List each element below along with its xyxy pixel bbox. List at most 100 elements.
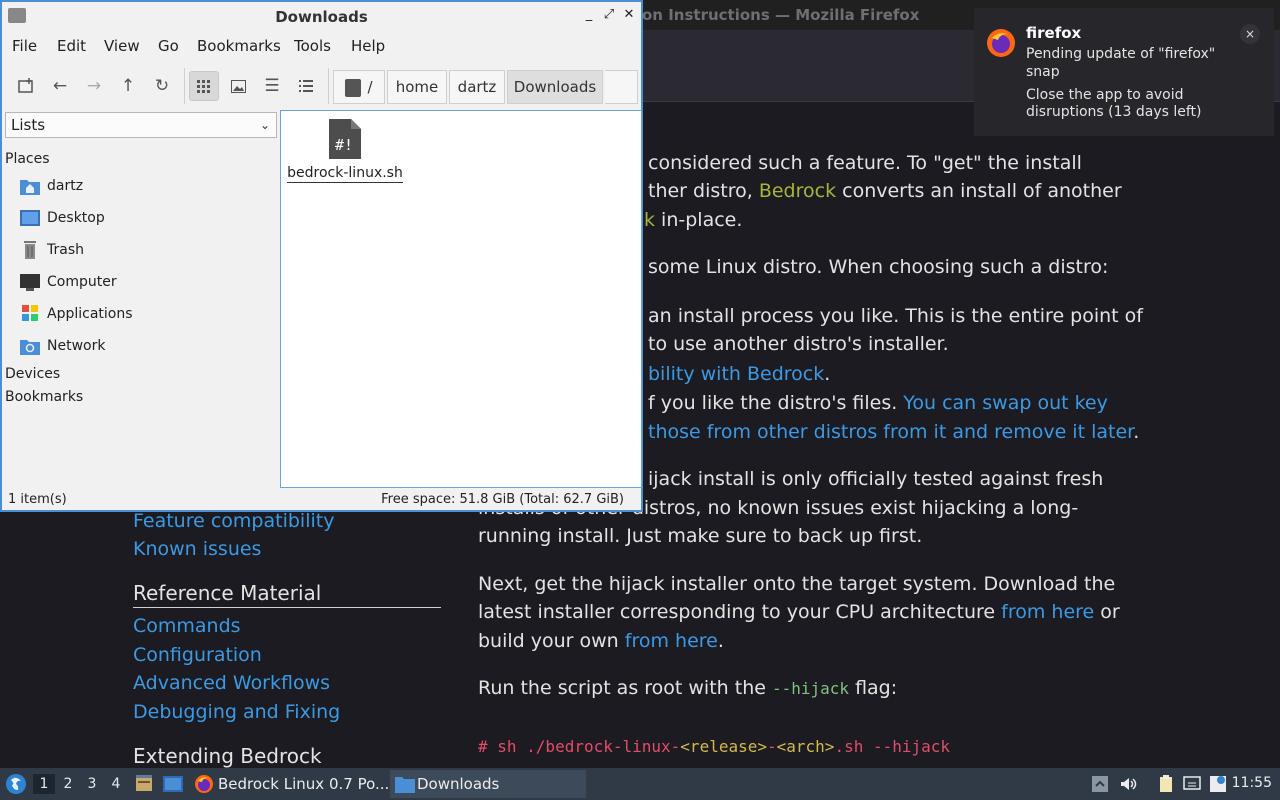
clipboard-icon[interactable]	[1157, 775, 1175, 793]
status-bar: 1 item(s) Free space: 51.8 GiB (Total: 6…	[2, 490, 641, 510]
command-line: # sh ./bedrock-linux-<release>-<arch>.sh…	[478, 737, 951, 756]
sidebar-item-trash[interactable]: Trash	[18, 238, 273, 264]
path-crumb-home[interactable]: home	[387, 70, 447, 104]
inline-code: --hijack	[771, 679, 850, 698]
volume-icon[interactable]	[1119, 775, 1137, 793]
home-folder-icon	[20, 180, 40, 195]
workspace-3[interactable]: 3	[81, 774, 103, 794]
sidebar-heading-extending: Extending Bedrock	[133, 744, 322, 768]
menu-view[interactable]: View	[104, 37, 140, 55]
back-icon[interactable]: ←	[45, 71, 75, 101]
menu-help[interactable]: Help	[351, 37, 385, 55]
shell-script-icon: #!	[329, 119, 361, 159]
file-item[interactable]: #! bedrock-linux.sh	[287, 117, 403, 187]
content-line: build your own from here.	[478, 630, 724, 652]
sidebar-item-dartz[interactable]: dartz	[18, 174, 273, 200]
start-menu-icon[interactable]	[5, 773, 27, 795]
close-button[interactable]: ✕	[621, 7, 637, 23]
sidebar-link-commands[interactable]: Commands	[133, 617, 241, 636]
maximize-button[interactable]: ⤢	[601, 7, 617, 23]
detailed-view-icon[interactable]	[291, 71, 321, 101]
path-root[interactable]: /	[333, 70, 385, 104]
compact-view-icon[interactable]: ☰	[257, 71, 287, 101]
content-line: latest installer corresponding to your C…	[478, 601, 1120, 623]
applications-icon	[22, 305, 38, 321]
firefox-icon	[195, 775, 213, 793]
path-crumb-dartz[interactable]: dartz	[449, 70, 505, 104]
side-pane-mode-select[interactable]: Lists ⌄	[5, 112, 277, 138]
content-line: an install process you like. This is the…	[648, 305, 1143, 327]
tray-expand-icon[interactable]	[1091, 775, 1109, 793]
bedrock-link[interactable]: Bedrock	[759, 180, 836, 202]
menubar: File Edit View Go Bookmarks Tools Help	[2, 34, 641, 58]
workspace-1[interactable]: 1	[33, 774, 55, 794]
svg-text:#!: #!	[335, 136, 353, 154]
file-view[interactable]: #! bedrock-linux.sh	[280, 110, 642, 488]
content-line: ther distro, Bedrock converts an install…	[648, 180, 1122, 202]
folder-icon	[395, 777, 415, 793]
section-devices[interactable]: Devices	[5, 366, 60, 382]
workspace-2[interactable]: 2	[57, 774, 79, 794]
close-icon[interactable]: ×	[1240, 24, 1260, 44]
trash-icon	[24, 241, 36, 259]
status-item-count: 1 item(s)	[8, 492, 67, 507]
content-line: k in-place.	[644, 209, 743, 231]
path-crumb-downloads[interactable]: Downloads	[507, 70, 603, 104]
content-line: f you like the distro's files. You can s…	[648, 392, 1108, 414]
from-here-link[interactable]: from here	[1001, 601, 1094, 623]
sidebar-item-desktop[interactable]: Desktop	[18, 206, 273, 232]
reload-icon[interactable]: ↻	[147, 71, 177, 101]
section-bookmarks[interactable]: Bookmarks	[5, 389, 83, 405]
notification-text: Close the app to avoid	[1026, 87, 1184, 103]
minimize-button[interactable]: _	[581, 7, 597, 23]
sidebar-divider	[133, 607, 441, 608]
content-line: running install. Just make sure to back …	[478, 525, 923, 547]
path-bar-empty[interactable]	[605, 70, 638, 104]
sidebar-link-known-issues[interactable]: Known issues	[133, 540, 261, 559]
menu-edit[interactable]: Edit	[57, 37, 86, 55]
chevron-down-icon: ⌄	[259, 118, 270, 132]
menu-bookmarks[interactable]: Bookmarks	[197, 37, 281, 55]
task-downloads[interactable]: Downloads	[390, 770, 586, 798]
compatibility-link[interactable]: bility with Bedrock	[648, 363, 824, 385]
content-line: considered such a feature. To "get" the …	[648, 152, 1082, 174]
updates-icon[interactable]	[1209, 775, 1227, 793]
bedrock-link[interactable]: k	[644, 209, 655, 231]
network-icon	[20, 340, 40, 355]
menu-tools[interactable]: Tools	[294, 37, 331, 55]
section-places: Places	[5, 151, 50, 167]
network-status-icon[interactable]	[1183, 775, 1201, 793]
toolbar-separator	[328, 68, 329, 104]
notification-popup[interactable]: firefox Pending update of "firefox" snap…	[974, 8, 1274, 136]
sidebar-link-debugging[interactable]: Debugging and Fixing	[133, 703, 340, 722]
sidebar-item-computer[interactable]: Computer	[18, 270, 273, 296]
status-free-space: Free space: 51.8 GiB (Total: 62.7 GiB)	[381, 492, 624, 507]
sidebar-link-configuration[interactable]: Configuration	[133, 646, 262, 665]
up-icon[interactable]: ↑	[113, 71, 143, 101]
task-firefox[interactable]: Bedrock Linux 0.7 Po...	[190, 770, 389, 798]
workspace-4[interactable]: 4	[105, 774, 127, 794]
content-line: Next, get the hijack installer onto the …	[478, 573, 1116, 595]
desktop-icon	[20, 210, 40, 226]
new-tab-icon[interactable]	[11, 71, 41, 101]
sidebar-link-feature-compatibility[interactable]: Feature compatibility	[133, 512, 334, 531]
swap-out-link[interactable]: those from other distros from it and rem…	[648, 421, 1133, 443]
file-manager-launcher-icon[interactable]	[135, 775, 153, 793]
from-here-link[interactable]: from here	[625, 630, 718, 652]
file-manager-window: Downloads _ ⤢ ✕ File Edit View Go Bookma…	[0, 0, 643, 512]
clock[interactable]: 11:55	[1232, 775, 1272, 791]
window-titlebar[interactable]: Downloads _ ⤢ ✕	[2, 2, 641, 30]
menu-file[interactable]: File	[12, 37, 37, 55]
sidebar-item-applications[interactable]: Applications	[18, 302, 273, 328]
forward-icon[interactable]: →	[79, 71, 109, 101]
firefox-window-title: on Instructions — Mozilla Firefox	[642, 6, 920, 24]
sidebar-link-advanced-workflows[interactable]: Advanced Workflows	[133, 674, 330, 693]
thumbnail-view-icon[interactable]	[223, 71, 253, 101]
menu-go[interactable]: Go	[158, 37, 179, 55]
content-line: those from other distros from it and rem…	[648, 421, 1140, 443]
swap-out-link[interactable]: You can swap out key	[903, 392, 1108, 414]
show-desktop-icon[interactable]	[163, 775, 183, 793]
sidebar-item-network[interactable]: Network	[18, 334, 273, 360]
icon-view-icon[interactable]	[189, 71, 219, 101]
window-title: Downloads	[275, 8, 368, 26]
